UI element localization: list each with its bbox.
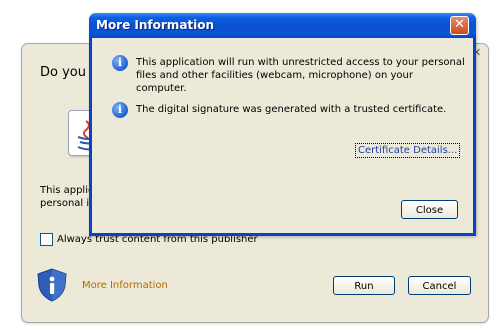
shield-info-icon <box>37 268 67 302</box>
more-information-window: More Information ✕ i This application wi… <box>89 13 476 236</box>
info-icon: i <box>112 55 128 71</box>
unrestricted-access-message: This application will run with unrestric… <box>136 57 465 94</box>
close-button[interactable]: Close <box>401 200 458 219</box>
run-button[interactable]: Run <box>333 276 395 295</box>
window-titlebar[interactable]: More Information ✕ <box>89 13 476 38</box>
info-icon: i <box>112 102 128 118</box>
cancel-button[interactable]: Cancel <box>408 276 471 295</box>
more-information-link[interactable]: More Information <box>82 280 168 291</box>
window-close-button[interactable]: ✕ <box>450 16 469 35</box>
trust-publisher-checkbox[interactable] <box>40 233 53 246</box>
certificate-details-link[interactable]: Certificate Details... <box>355 143 461 158</box>
signature-message: The digital signature was generated with… <box>136 104 447 115</box>
window-title: More Information <box>96 18 215 32</box>
dialog-title: Do you <box>40 65 86 80</box>
